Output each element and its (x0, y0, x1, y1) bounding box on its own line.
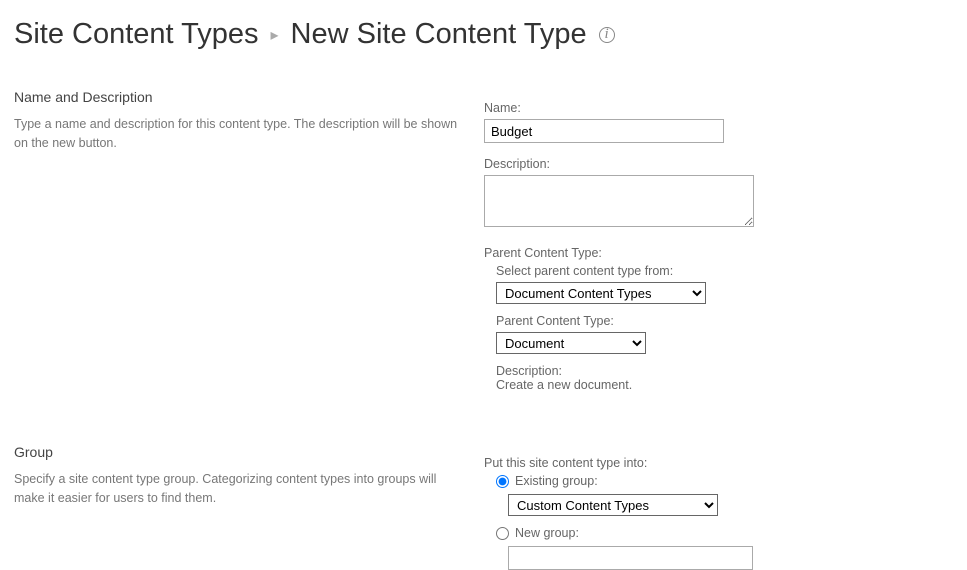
name-label: Name: (484, 101, 953, 115)
parent-group-label: Select parent content type from: (496, 264, 953, 278)
parent-desc-value: Create a new document. (496, 378, 953, 392)
put-into-label: Put this site content type into: (484, 456, 953, 470)
new-group-label: New group: (515, 526, 579, 540)
page-title: Site Content Types ▸ New Site Content Ty… (14, 18, 953, 51)
description-textarea[interactable] (484, 175, 754, 227)
info-icon[interactable]: i (599, 27, 615, 43)
description-label: Description: (484, 157, 953, 171)
parent-ct-select[interactable]: Document (496, 332, 646, 354)
page-title-text: New Site Content Type (291, 18, 587, 51)
parent-ct-label: Parent Content Type: (496, 314, 953, 328)
new-group-input[interactable] (508, 546, 753, 570)
existing-group-select[interactable]: Custom Content Types (508, 494, 718, 516)
chevron-right-icon: ▸ (271, 25, 279, 45)
parent-content-type-label: Parent Content Type: (484, 246, 953, 260)
parent-desc-label: Description: (496, 364, 953, 378)
breadcrumb-link[interactable]: Site Content Types (14, 18, 259, 51)
section-group: Group Specify a site content type group.… (14, 444, 953, 570)
parent-group-select[interactable]: Document Content Types (496, 282, 706, 304)
name-input[interactable] (484, 119, 724, 143)
existing-group-radio[interactable] (496, 475, 509, 488)
section-helptext-group: Specify a site content type group. Categ… (14, 470, 464, 508)
section-helptext-name: Type a name and description for this con… (14, 115, 464, 153)
section-heading-group: Group (14, 444, 464, 460)
existing-group-label: Existing group: (515, 474, 598, 488)
new-group-radio[interactable] (496, 527, 509, 540)
section-heading-name: Name and Description (14, 89, 464, 105)
section-name-description: Name and Description Type a name and des… (14, 89, 953, 406)
